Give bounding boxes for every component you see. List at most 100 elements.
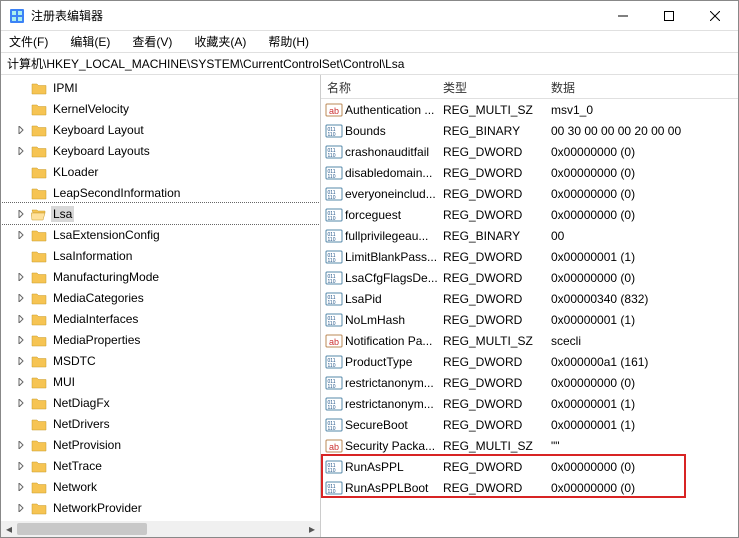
tree-expander-icon[interactable] xyxy=(15,418,27,430)
registry-value-row[interactable]: 011110LsaPidREG_DWORD0x00000340 (832) xyxy=(321,288,738,309)
tree-expander-icon[interactable] xyxy=(15,481,27,493)
tree-item[interactable]: MSDTC xyxy=(1,350,320,371)
tree-expander-icon[interactable] xyxy=(15,187,27,199)
svg-text:110: 110 xyxy=(328,258,336,264)
registry-value-row[interactable]: 011110LsaCfgFlagsDe...REG_DWORD0x0000000… xyxy=(321,267,738,288)
registry-value-row[interactable]: 011110ProductTypeREG_DWORD0x000000a1 (16… xyxy=(321,351,738,372)
registry-value-row[interactable]: 011110LimitBlankPass...REG_DWORD0x000000… xyxy=(321,246,738,267)
tree-item[interactable]: Keyboard Layouts xyxy=(1,140,320,161)
scroll-track[interactable] xyxy=(17,521,304,537)
tree-item[interactable]: ManufacturingMode xyxy=(1,266,320,287)
tree-item[interactable]: LeapSecondInformation xyxy=(1,182,320,203)
value-type: REG_DWORD xyxy=(443,208,551,222)
folder-icon xyxy=(31,459,47,473)
menu-file[interactable]: 文件(F) xyxy=(5,31,52,52)
tree-item-label: MediaProperties xyxy=(53,333,140,347)
tree-expander-icon[interactable] xyxy=(15,376,27,388)
horizontal-scrollbar[interactable]: ◂ ▸ xyxy=(1,521,320,537)
tree-expander-icon[interactable] xyxy=(15,292,27,304)
tree-item[interactable]: MediaCategories xyxy=(1,287,320,308)
tree-item[interactable]: KernelVelocity xyxy=(1,98,320,119)
tree-item[interactable]: NetDiagFx xyxy=(1,392,320,413)
menu-help[interactable]: 帮助(H) xyxy=(264,31,313,52)
menu-view[interactable]: 查看(V) xyxy=(128,31,176,52)
registry-value-row[interactable]: 011110disabledomain...REG_DWORD0x0000000… xyxy=(321,162,738,183)
tree-expander-icon[interactable] xyxy=(15,82,27,94)
tree-expander-icon[interactable] xyxy=(15,460,27,472)
tree-item[interactable]: NetworkProvider xyxy=(1,497,320,518)
address-path: 计算机\HKEY_LOCAL_MACHINE\SYSTEM\CurrentCon… xyxy=(7,55,404,72)
tree-item[interactable]: KLoader xyxy=(1,161,320,182)
tree-item[interactable]: LsaExtensionConfig xyxy=(1,224,320,245)
binary-value-icon: 011110 xyxy=(325,354,343,370)
tree-item[interactable]: NetTrace xyxy=(1,455,320,476)
registry-value-row[interactable]: 011110NoLmHashREG_DWORD0x00000001 (1) xyxy=(321,309,738,330)
registry-value-row[interactable]: 011110SecureBootREG_DWORD0x00000001 (1) xyxy=(321,414,738,435)
svg-text:110: 110 xyxy=(328,216,336,222)
tree-expander-icon[interactable] xyxy=(15,502,27,514)
tree-expander-icon[interactable] xyxy=(15,166,27,178)
tree-item[interactable]: MUI xyxy=(1,371,320,392)
tree-expander-icon[interactable] xyxy=(15,439,27,451)
registry-value-row[interactable]: 011110fullprivilegeau...REG_BINARY00 xyxy=(321,225,738,246)
tree-item-label: Keyboard Layouts xyxy=(53,144,150,158)
tree-expander-icon[interactable] xyxy=(15,397,27,409)
binary-value-icon: 011110 xyxy=(325,396,343,412)
tree-item-label: LsaExtensionConfig xyxy=(53,228,160,242)
tree-expander-icon[interactable] xyxy=(15,334,27,346)
registry-value-row[interactable]: 011110crashonauditfailREG_DWORD0x0000000… xyxy=(321,141,738,162)
folder-icon xyxy=(31,333,47,347)
column-header-type[interactable]: 类型 xyxy=(443,79,551,96)
column-header-name[interactable]: 名称 xyxy=(321,79,443,96)
svg-text:ab: ab xyxy=(329,106,339,116)
value-type: REG_DWORD xyxy=(443,187,551,201)
tree-expander-icon[interactable] xyxy=(15,103,27,115)
folder-icon xyxy=(31,81,47,95)
scroll-left-arrow[interactable]: ◂ xyxy=(1,521,17,537)
registry-value-row[interactable]: 011110everyoneinclud...REG_DWORD0x000000… xyxy=(321,183,738,204)
binary-value-icon: 011110 xyxy=(325,417,343,433)
tree-expander-icon[interactable] xyxy=(15,250,27,262)
value-data: 0x00000001 (1) xyxy=(551,397,738,411)
registry-value-row[interactable]: abNotification Pa...REG_MULTI_SZscecli xyxy=(321,330,738,351)
tree-pane[interactable]: IPMIKernelVelocityKeyboard Layout Keyboar… xyxy=(1,75,321,537)
tree-expander-icon[interactable] xyxy=(15,124,27,136)
value-name: disabledomain... xyxy=(345,166,443,180)
value-data: 0x00000000 (0) xyxy=(551,376,738,390)
tree-item[interactable]: NetDrivers xyxy=(1,413,320,434)
tree-item[interactable]: Lsa xyxy=(1,203,320,224)
close-button[interactable] xyxy=(692,1,738,31)
window-title: 注册表编辑器 xyxy=(31,7,600,24)
minimize-button[interactable] xyxy=(600,1,646,31)
scroll-thumb[interactable] xyxy=(17,523,147,535)
tree-expander-icon[interactable] xyxy=(15,313,27,325)
maximize-button[interactable] xyxy=(646,1,692,31)
tree-item[interactable]: NetProvision xyxy=(1,434,320,455)
registry-value-row[interactable]: 011110BoundsREG_BINARY00 30 00 00 00 20 … xyxy=(321,120,738,141)
menu-favorites[interactable]: 收藏夹(A) xyxy=(190,31,250,52)
tree-item[interactable]: LsaInformation xyxy=(1,245,320,266)
registry-value-row[interactable]: 011110RunAsPPLREG_DWORD0x00000000 (0) xyxy=(321,456,738,477)
tree-expander-icon[interactable] xyxy=(15,145,27,157)
menu-edit[interactable]: 编辑(E) xyxy=(66,31,114,52)
tree-item[interactable]: MediaInterfaces xyxy=(1,308,320,329)
tree-expander-icon[interactable] xyxy=(15,229,27,241)
tree-expander-icon[interactable] xyxy=(15,208,27,220)
tree-item[interactable]: IPMI xyxy=(1,77,320,98)
scroll-right-arrow[interactable]: ▸ xyxy=(304,521,320,537)
registry-value-row[interactable]: 011110RunAsPPLBootREG_DWORD0x00000000 (0… xyxy=(321,477,738,498)
list-pane[interactable]: 名称 类型 数据 abAuthentication ...REG_MULTI_S… xyxy=(321,75,738,537)
registry-value-row[interactable]: 011110forceguestREG_DWORD0x00000000 (0) xyxy=(321,204,738,225)
tree-item[interactable]: Network xyxy=(1,476,320,497)
tree-expander-icon[interactable] xyxy=(15,271,27,283)
address-bar[interactable]: 计算机\HKEY_LOCAL_MACHINE\SYSTEM\CurrentCon… xyxy=(1,53,738,75)
column-header-data[interactable]: 数据 xyxy=(551,79,738,96)
tree-item[interactable]: Keyboard Layout xyxy=(1,119,320,140)
registry-value-row[interactable]: 011110restrictanonym...REG_DWORD0x000000… xyxy=(321,372,738,393)
tree-expander-icon[interactable] xyxy=(15,355,27,367)
value-type: REG_DWORD xyxy=(443,292,551,306)
registry-value-row[interactable]: abAuthentication ...REG_MULTI_SZmsv1_0 xyxy=(321,99,738,120)
tree-item[interactable]: MediaProperties xyxy=(1,329,320,350)
registry-value-row[interactable]: 011110restrictanonym...REG_DWORD0x000000… xyxy=(321,393,738,414)
registry-value-row[interactable]: abSecurity Packa...REG_MULTI_SZ"" xyxy=(321,435,738,456)
